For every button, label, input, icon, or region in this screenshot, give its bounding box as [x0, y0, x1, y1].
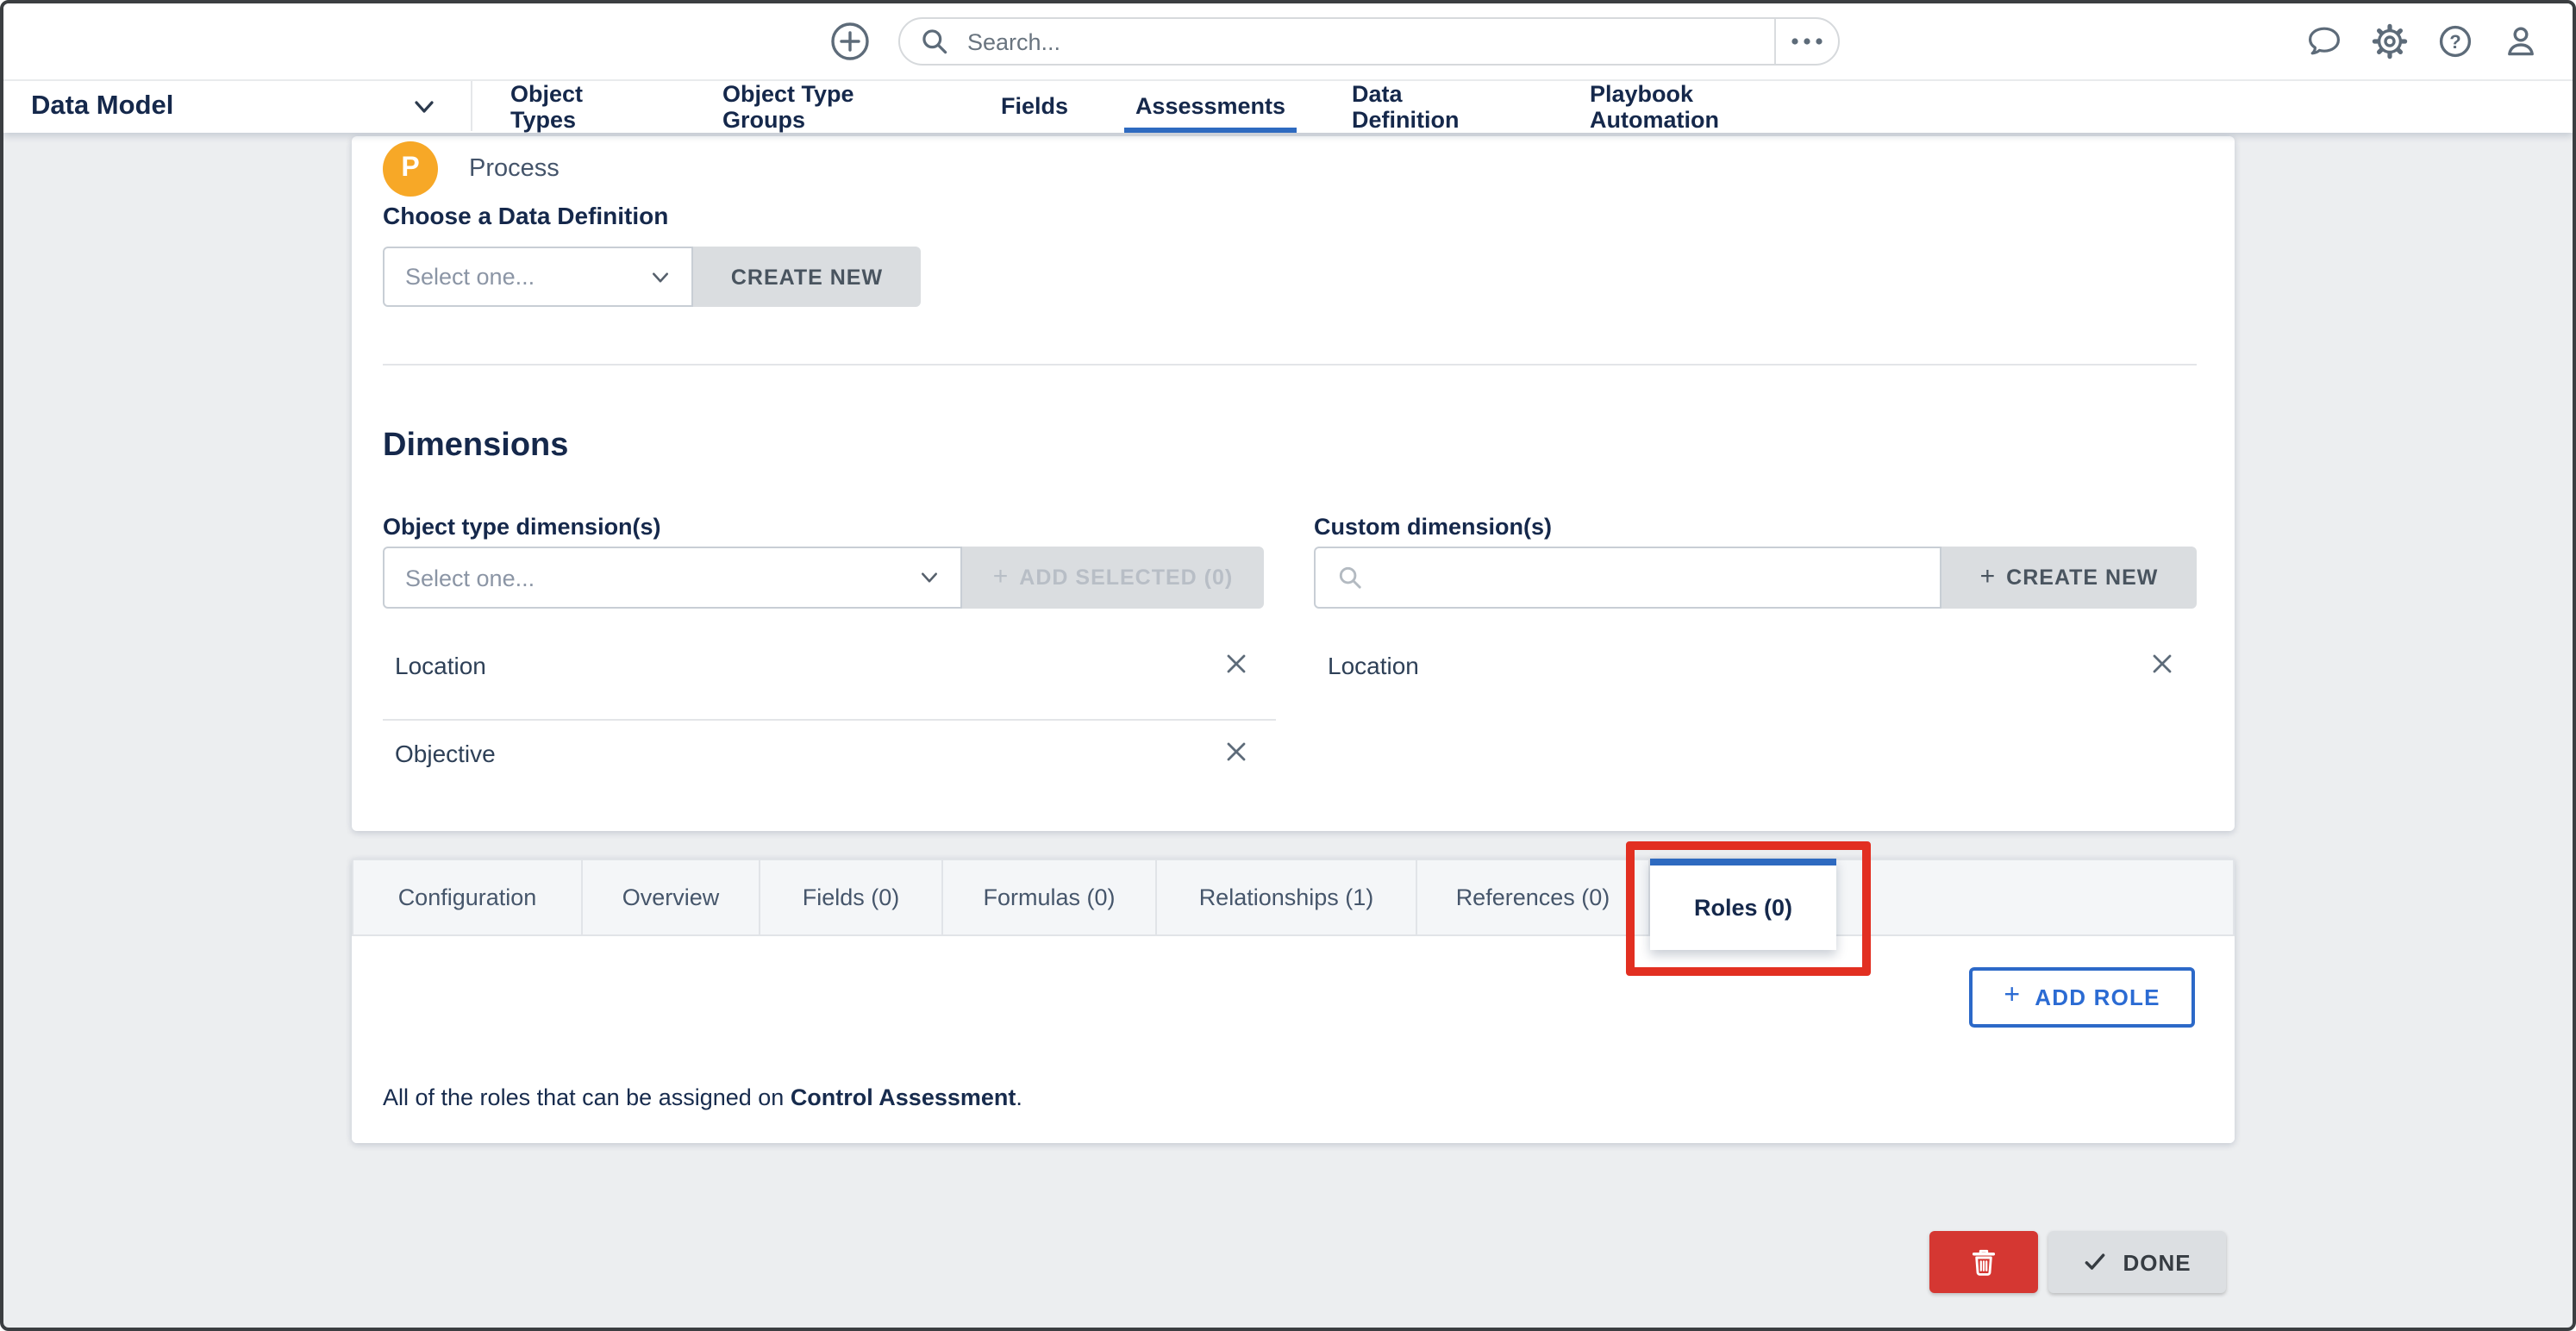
delete-button[interactable] [1929, 1231, 2038, 1293]
add-selected-button[interactable]: + ADD SELECTED (0) [962, 547, 1264, 609]
svg-text:?: ? [2449, 31, 2460, 53]
user-icon[interactable] [2502, 22, 2540, 60]
chevron-down-icon [650, 266, 671, 287]
roles-panel: + ADD ROLE All of the roles that can be … [352, 936, 2235, 1143]
nav-tab-object-types[interactable]: Object Types [510, 79, 648, 133]
trash-icon [1969, 1247, 1998, 1278]
remove-dimension-button[interactable] [1222, 650, 1250, 678]
section-divider [383, 364, 2197, 366]
data-definition-heading: Choose a Data Definition [383, 202, 668, 229]
top-right-icons: ? [2305, 22, 2540, 60]
plus-icon: + [1980, 561, 1997, 591]
plus-icon: + [993, 561, 1010, 591]
custom-dimension-search [1314, 547, 1941, 609]
nav-tab-data-definition[interactable]: Data Definition [1352, 79, 1514, 133]
close-icon [1222, 738, 1250, 765]
viewport: ? Data Model Object Types [0, 0, 2576, 1331]
chevron-down-icon [412, 95, 436, 119]
object-type-reference: Control Assessment [791, 1084, 1016, 1110]
tab-formulas[interactable]: Formulas (0) [943, 860, 1157, 934]
plus-icon: + [2004, 980, 2021, 1011]
data-definition-select[interactable]: Select one... [383, 247, 693, 307]
tab-references[interactable]: References (0) [1417, 860, 1650, 934]
active-tab-underline [1124, 127, 1297, 133]
detail-tabs-card: Configuration Overview Fields (0) Formul… [352, 859, 2235, 1143]
chat-icon[interactable] [2305, 22, 2343, 60]
global-search [898, 17, 1840, 66]
search-icon [1336, 564, 1364, 591]
check-icon [2083, 1250, 2107, 1274]
create-custom-dimension-button[interactable]: + CREATE NEW [1941, 547, 2197, 609]
nav-divider [471, 81, 472, 131]
ellipsis-icon [1790, 34, 1824, 48]
object-type-dimension-select[interactable]: Select one... [383, 547, 962, 609]
dimension-item-location: Location [395, 652, 486, 679]
tab-strip-filler [1836, 860, 2233, 934]
help-icon[interactable]: ? [2436, 22, 2474, 60]
done-button[interactable]: DONE [2048, 1231, 2226, 1293]
custom-dimensions-label: Custom dimension(s) [1314, 514, 1552, 540]
search-icon [919, 26, 950, 57]
assessment-config-card: P Process Choose a Data Definition Selec… [352, 136, 2235, 831]
close-icon [1222, 650, 1250, 678]
object-type-avatar: P [383, 141, 438, 197]
top-bar: ? [3, 3, 2573, 81]
add-role-button[interactable]: + ADD ROLE [1969, 967, 2195, 1028]
nav-tab-fields[interactable]: Fields [998, 79, 1071, 133]
custom-dimension-search-input[interactable] [1378, 563, 1919, 592]
tab-relationships[interactable]: Relationships (1) [1157, 860, 1417, 934]
chevron-down-icon [919, 567, 940, 588]
custom-dimension-item-location: Location [1328, 652, 1419, 679]
object-type-dimensions-label: Object type dimension(s) [383, 514, 661, 540]
plus-circle-icon [829, 21, 871, 62]
tab-fields[interactable]: Fields (0) [760, 860, 943, 934]
settings-gear-icon[interactable] [2371, 22, 2409, 60]
nav-tab-assessments[interactable]: Assessments [1128, 79, 1293, 133]
remove-dimension-button[interactable] [1222, 738, 1250, 765]
list-divider [383, 719, 1276, 721]
tab-overview[interactable]: Overview [583, 860, 760, 934]
create-data-definition-button[interactable]: CREATE NEW [693, 247, 921, 307]
search-input[interactable] [964, 27, 1774, 56]
app-window: ? Data Model Object Types [0, 0, 2576, 1331]
tab-configuration[interactable]: Configuration [353, 860, 583, 934]
quick-add-button[interactable] [829, 21, 871, 62]
module-selector-dropdown[interactable]: Data Model [3, 79, 471, 133]
object-type-name: Process [469, 155, 560, 183]
remove-custom-dimension-button[interactable] [2148, 650, 2176, 678]
roles-description: All of the roles that can be assigned on… [383, 1084, 1022, 1110]
module-title: Data Model [31, 91, 173, 122]
detail-tab-strip: Configuration Overview Fields (0) Formul… [352, 859, 2235, 936]
module-nav-bar: Data Model Object Types Object Type Grou… [3, 79, 2573, 133]
nav-tab-object-type-groups[interactable]: Object Type Groups [722, 79, 926, 133]
search-options-button[interactable] [1776, 34, 1838, 48]
close-icon [2148, 650, 2176, 678]
dimensions-heading: Dimensions [383, 428, 568, 466]
tab-roles[interactable]: Roles (0) [1650, 859, 1836, 950]
nav-tab-playbook-automation[interactable]: Playbook Automation [1590, 79, 1810, 133]
dimension-item-objective: Objective [395, 740, 496, 767]
